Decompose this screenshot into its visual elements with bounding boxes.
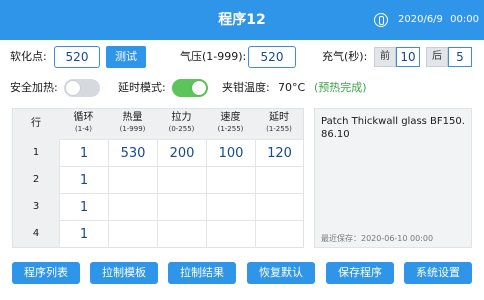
safety-heat-toggle[interactable] bbox=[64, 79, 100, 97]
cell-heat[interactable]: 530 bbox=[108, 139, 157, 166]
delay-mode-label: 延时模式: bbox=[118, 81, 166, 94]
soft-point-input[interactable]: 520 bbox=[54, 46, 100, 68]
column-header: 热量 (1-999) bbox=[108, 109, 157, 139]
column-name: 延时 bbox=[269, 112, 289, 123]
cell-speed[interactable] bbox=[206, 166, 255, 193]
cell-pull[interactable] bbox=[157, 193, 206, 220]
program-list-button[interactable]: 程序列表 bbox=[12, 262, 80, 284]
soft-point-label: 软化点: bbox=[10, 50, 47, 63]
datetime: 2020/6/9 00:00 bbox=[398, 0, 479, 40]
row-header: 行 bbox=[13, 109, 59, 139]
safety-heat-label: 安全加热: bbox=[10, 81, 58, 94]
cell-delay[interactable] bbox=[255, 220, 303, 247]
row-header-label: 行 bbox=[31, 118, 41, 129]
column-name: 循环 bbox=[73, 112, 94, 123]
notes-panel[interactable]: Patch Thickwall glass BF150.86.10 最近保存：2… bbox=[314, 108, 472, 248]
cell-cycle[interactable]: 1 bbox=[59, 220, 108, 247]
cell-heat[interactable] bbox=[108, 166, 157, 193]
restore-default-button[interactable]: 恢复默认 bbox=[247, 262, 315, 284]
clamp-temp-label: 夹钳温度: bbox=[222, 81, 270, 94]
test-button[interactable]: 测试 bbox=[106, 46, 146, 68]
cell-pull[interactable]: 200 bbox=[157, 139, 206, 166]
inflate-back-label: 后 bbox=[426, 47, 448, 67]
inflate-front-label: 前 bbox=[374, 47, 396, 67]
row-index: 2 bbox=[13, 166, 59, 193]
preheat-status: (预热完成) bbox=[314, 81, 367, 94]
toggle-knob bbox=[66, 81, 80, 95]
column-range: (1-4) bbox=[75, 125, 92, 133]
column-range: (1-255) bbox=[266, 125, 292, 133]
pressure-label: 气压(1-999): bbox=[180, 50, 247, 63]
column-name: 速度 bbox=[220, 112, 241, 123]
column-header: 拉力 (0-255) bbox=[157, 109, 206, 139]
delay-mode-toggle[interactable] bbox=[172, 79, 208, 97]
inflate-back-input[interactable]: 5 bbox=[448, 47, 472, 67]
cell-speed[interactable]: 100 bbox=[206, 139, 255, 166]
cell-pull[interactable] bbox=[157, 220, 206, 247]
program-table: 行 循环 (1-4) 热量 (1-999) 拉力 (0-255) 速度 (1-255) … bbox=[12, 108, 304, 248]
column-name: 拉力 bbox=[171, 112, 192, 123]
column-range: (0-255) bbox=[168, 125, 195, 133]
pull-result-button[interactable]: 拉制结果 bbox=[168, 262, 236, 284]
time-text: 00:00 bbox=[450, 14, 479, 25]
system-settings-button[interactable]: 系统设置 bbox=[404, 262, 472, 284]
column-range: (1-999) bbox=[119, 125, 146, 133]
date-text: 2020/6/9 bbox=[398, 14, 443, 25]
toggle-knob bbox=[192, 81, 206, 95]
cell-speed[interactable] bbox=[206, 193, 255, 220]
pressure-input[interactable]: 520 bbox=[248, 46, 296, 68]
cell-cycle[interactable]: 1 bbox=[59, 139, 108, 166]
pull-template-button[interactable]: 拉制模板 bbox=[90, 262, 158, 284]
column-range: (1-255) bbox=[217, 125, 244, 133]
thermometer-icon bbox=[374, 13, 388, 27]
clamp-temp-value: 70°C bbox=[278, 81, 306, 94]
cell-cycle[interactable]: 1 bbox=[59, 193, 108, 220]
column-name: 热量 bbox=[122, 112, 143, 123]
column-header: 速度 (1-255) bbox=[206, 109, 255, 139]
inflate-front-input[interactable]: 10 bbox=[396, 47, 420, 67]
column-header: 循环 (1-4) bbox=[59, 109, 108, 139]
row-index: 1 bbox=[13, 139, 59, 166]
cell-heat[interactable] bbox=[108, 193, 157, 220]
column-header: 延时 (1-255) bbox=[255, 109, 303, 139]
last-saved-text: 最近保存：2020-06-10 00:00 bbox=[321, 234, 434, 243]
cell-delay[interactable]: 120 bbox=[255, 139, 303, 166]
cell-pull[interactable] bbox=[157, 166, 206, 193]
row-index: 4 bbox=[13, 220, 59, 247]
cell-cycle[interactable]: 1 bbox=[59, 166, 108, 193]
cell-delay[interactable] bbox=[255, 193, 303, 220]
row-index: 3 bbox=[13, 193, 59, 220]
inflate-label: 充气(秒): bbox=[322, 50, 368, 63]
cell-delay[interactable] bbox=[255, 166, 303, 193]
save-program-button[interactable]: 保存程序 bbox=[326, 262, 394, 284]
notes-text[interactable]: Patch Thickwall glass BF150.86.10 bbox=[321, 115, 469, 141]
cell-speed[interactable] bbox=[206, 220, 255, 247]
cell-heat[interactable] bbox=[108, 220, 157, 247]
